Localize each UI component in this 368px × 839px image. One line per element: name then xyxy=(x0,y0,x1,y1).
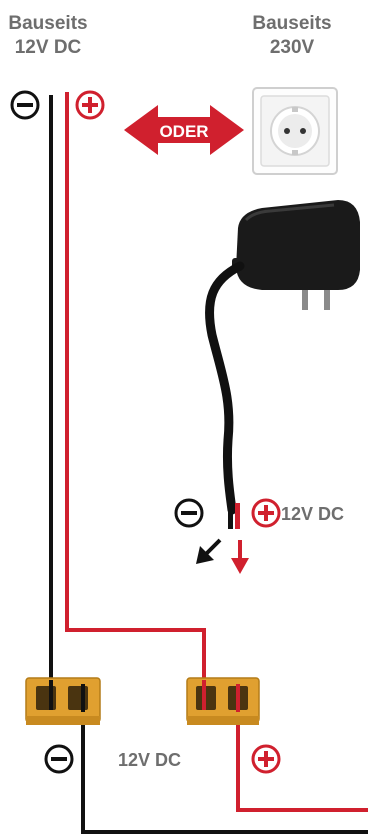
terminal-block-left xyxy=(25,677,101,725)
left-red-wire xyxy=(65,92,206,700)
wiring-diagram: ODER 12V DC 12V DC xyxy=(10,87,368,834)
black-arrow-icon xyxy=(196,538,222,564)
wall-socket-icon xyxy=(252,87,338,175)
bottom-minus-icon xyxy=(44,744,74,774)
adapter-plus-icon xyxy=(251,498,281,528)
plus-circle-icon xyxy=(75,90,105,120)
adapter-minus-icon xyxy=(174,498,204,528)
adapter-output-label: 12V DC xyxy=(281,504,344,524)
power-adapter-icon xyxy=(205,200,360,529)
red-arrow-icon xyxy=(231,540,249,574)
bottom-plus-icon xyxy=(251,744,281,774)
bottom-voltage-label: 12V DC xyxy=(118,750,181,770)
oder-label: ODER xyxy=(159,122,208,141)
minus-circle-icon xyxy=(10,90,40,120)
terminal-block-right xyxy=(186,677,260,725)
